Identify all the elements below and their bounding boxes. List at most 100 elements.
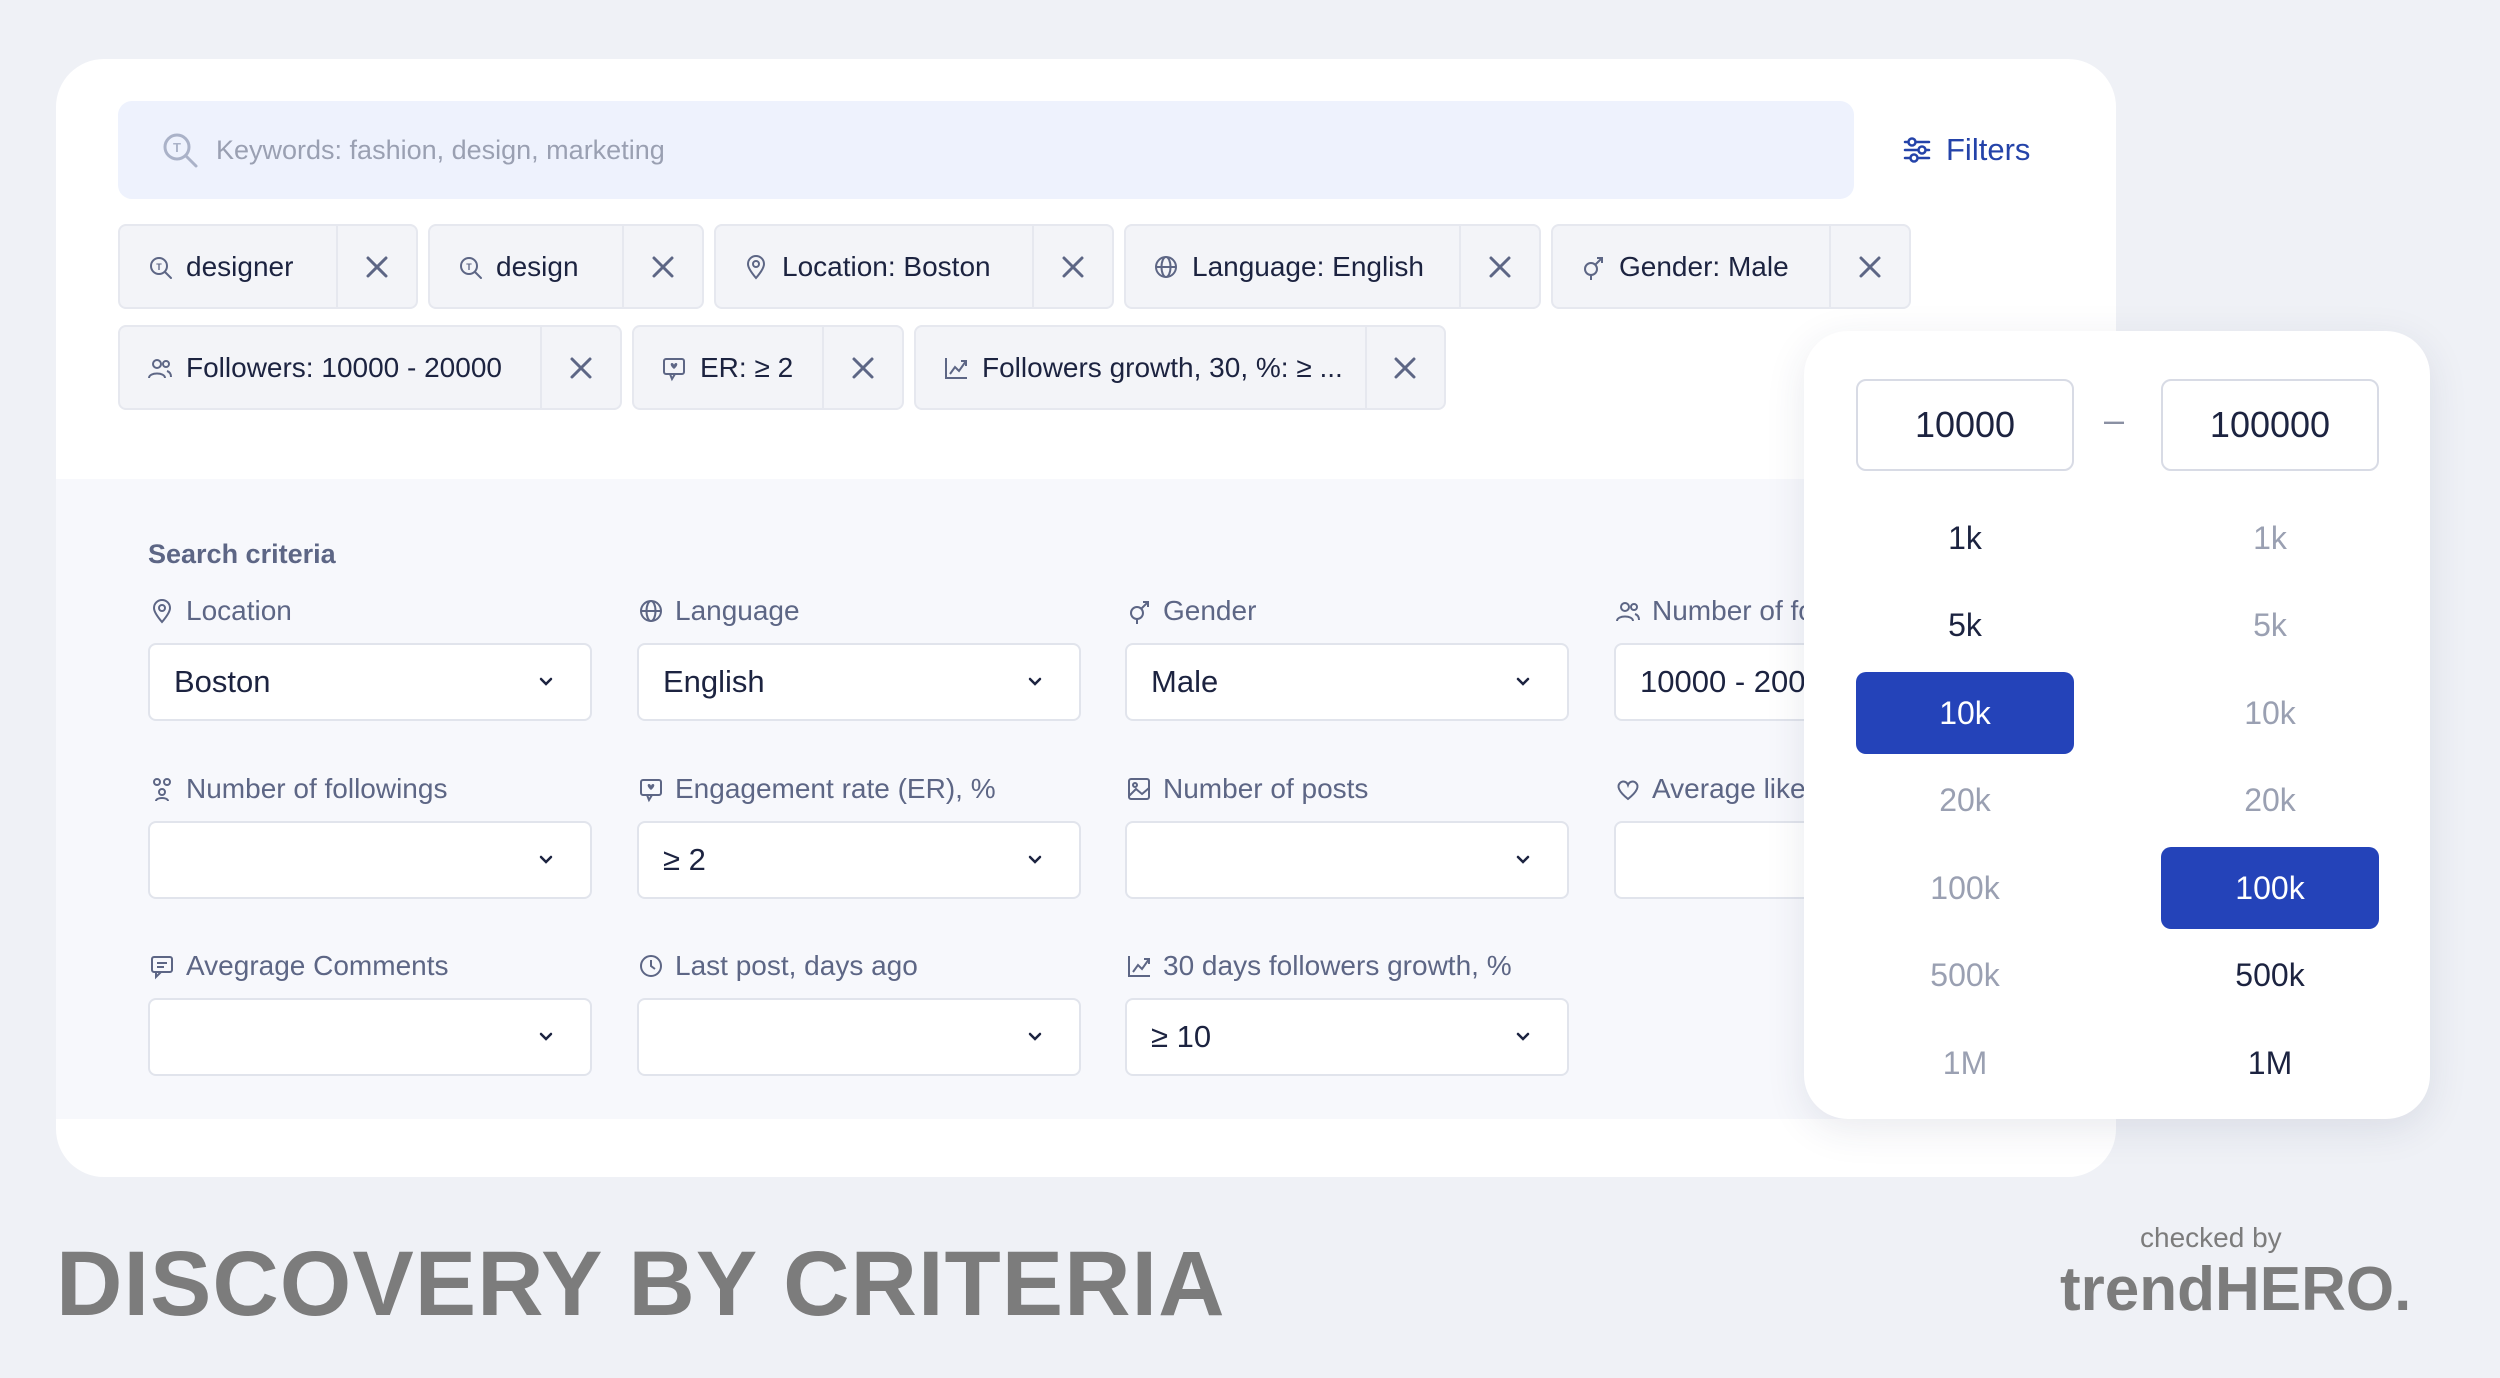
followings-icon xyxy=(153,778,171,802)
chip-content[interactable]: Language: English xyxy=(1126,226,1459,307)
chevron-down-icon xyxy=(539,1032,553,1041)
criteria-field: 30 days followers growth, % ≥ 10 xyxy=(1125,946,1569,1076)
globe-icon xyxy=(1155,255,1177,278)
chevron-down-icon xyxy=(539,855,553,864)
remove-chip-button[interactable] xyxy=(822,327,902,408)
min-range-option[interactable]: 10k xyxy=(1856,672,2074,754)
criteria-field-label: 30 days followers growth, % xyxy=(1125,946,1569,986)
criteria-field-label: Last post, days ago xyxy=(637,946,1081,986)
criteria-field: Engagement rate (ER), % ≥ 2 xyxy=(637,769,1081,899)
users-icon xyxy=(1616,602,1640,622)
min-range-option[interactable]: 500k xyxy=(1856,935,2074,1017)
criteria-dropdown[interactable] xyxy=(148,998,592,1076)
criteria-dropdown[interactable]: Male xyxy=(1125,643,1569,721)
max-range-option[interactable]: 100k xyxy=(2161,847,2379,929)
chip-label: Gender: Male xyxy=(1619,250,1789,282)
max-range-option[interactable]: 20k xyxy=(2161,760,2379,842)
min-range-option[interactable]: 1k xyxy=(1856,497,2074,579)
criteria-dropdown[interactable]: ≥ 2 xyxy=(637,821,1081,899)
location-pin-icon xyxy=(746,254,766,280)
dropdown-value: ≥ 10 xyxy=(1151,1019,1212,1054)
criteria-dropdown[interactable]: English xyxy=(637,643,1081,721)
engagement-icon xyxy=(663,357,685,381)
image-icon xyxy=(1128,778,1150,800)
chip-row: Tdesigner Tdesign Location: Boston Language… xyxy=(118,224,2018,309)
chip-content[interactable]: Followers growth, 30, %: ≥ ... xyxy=(916,327,1365,408)
chevron-down-icon xyxy=(1028,677,1042,686)
chip-label: designer xyxy=(186,250,294,282)
growth-chart-icon xyxy=(1128,956,1150,977)
chip-content[interactable]: Location: Boston xyxy=(716,226,1032,307)
min-range-option[interactable]: 5k xyxy=(1856,585,2074,667)
checked-by-label: checked by xyxy=(2140,1222,2282,1253)
field-label-text: 30 days followers growth, % xyxy=(1163,950,1512,981)
filter-chip: Location: Boston xyxy=(714,224,1114,309)
keyword-search-bar[interactable]: T xyxy=(118,101,1854,199)
close-icon xyxy=(852,357,874,378)
chip-label: Location: Boston xyxy=(782,250,991,282)
remove-chip-button[interactable] xyxy=(1459,226,1539,307)
filter-chip: Tdesigner xyxy=(118,224,418,309)
min-range-option[interactable]: 20k xyxy=(1856,760,2074,842)
criteria-dropdown[interactable] xyxy=(1125,821,1569,899)
search-icon: T xyxy=(163,133,198,168)
chip-content[interactable]: ER: ≥ 2 xyxy=(634,327,822,408)
max-range-option[interactable]: 1M xyxy=(2161,1022,2379,1104)
keyword-icon: T xyxy=(150,256,172,279)
criteria-field: Number of followings xyxy=(148,769,592,899)
field-label-text: Number of posts xyxy=(1163,773,1369,804)
field-label-text: Engagement rate (ER), % xyxy=(675,773,996,804)
dropdown-value: Boston xyxy=(174,664,271,699)
min-range-option[interactable]: 100k xyxy=(1856,847,2074,929)
max-range-option[interactable]: 5k xyxy=(2161,585,2379,667)
chip-label: Followers: 10000 - 20000 xyxy=(186,351,502,383)
remove-chip-button[interactable] xyxy=(336,226,416,307)
chip-label: ER: ≥ 2 xyxy=(700,351,794,383)
criteria-dropdown[interactable] xyxy=(148,821,592,899)
remove-chip-button[interactable] xyxy=(622,226,702,307)
max-range-option[interactable]: 1k xyxy=(2161,497,2379,579)
field-label-text: Average like xyxy=(1652,773,1806,804)
criteria-field-label: Number of followings xyxy=(148,769,592,809)
criteria-dropdown[interactable]: Boston xyxy=(148,643,592,721)
keyword-icon: T xyxy=(460,256,482,279)
chevron-down-icon xyxy=(1028,855,1042,864)
max-range-option[interactable]: 10k xyxy=(2161,672,2379,754)
criteria-field: Location Boston xyxy=(148,591,592,721)
filter-chip: ER: ≥ 2 xyxy=(632,325,904,410)
engagement-icon xyxy=(640,779,662,803)
criteria-field: Number of posts xyxy=(1125,769,1569,899)
close-icon xyxy=(652,256,674,277)
keyword-search-input[interactable] xyxy=(216,134,1716,166)
max-range-option[interactable]: 500k xyxy=(2161,935,2379,1017)
chip-content[interactable]: Tdesigner xyxy=(120,226,336,307)
chip-content[interactable]: Tdesign xyxy=(430,226,622,307)
dropdown-value: ≥ 2 xyxy=(663,842,706,877)
close-icon xyxy=(1859,256,1881,277)
remove-chip-button[interactable] xyxy=(1829,226,1909,307)
chevron-down-icon xyxy=(539,677,553,686)
range-min-input[interactable] xyxy=(1856,379,2074,471)
criteria-field-label: Number of posts xyxy=(1125,769,1569,809)
remove-chip-button[interactable] xyxy=(1364,327,1444,408)
growth-chart-icon xyxy=(945,357,967,379)
min-range-option[interactable]: 1M xyxy=(1856,1022,2074,1104)
chip-label: Language: English xyxy=(1192,250,1424,282)
range-max-input[interactable] xyxy=(2161,379,2379,471)
chevron-down-icon xyxy=(1028,1032,1042,1041)
filters-button[interactable]: Filters xyxy=(1902,121,2030,179)
chip-content[interactable]: Followers: 10000 - 20000 xyxy=(120,327,540,408)
filter-chip: Tdesign xyxy=(428,224,704,309)
field-label-text: Gender xyxy=(1163,595,1257,626)
field-label-text: Number of followings xyxy=(186,773,448,804)
criteria-dropdown[interactable] xyxy=(637,998,1081,1076)
comment-icon xyxy=(151,956,173,980)
criteria-dropdown[interactable]: ≥ 10 xyxy=(1125,998,1569,1076)
remove-chip-button[interactable] xyxy=(1032,226,1112,307)
chip-row: Followers: 10000 - 20000 ER: ≥ 2 Followers… xyxy=(118,325,2018,410)
followers-range-popup: – 1k5k10k20k100k500k1M1k5k10k20k100k500k… xyxy=(1804,331,2430,1119)
remove-chip-button[interactable] xyxy=(540,327,620,408)
chip-content[interactable]: Gender: Male xyxy=(1553,226,1829,307)
svg-text:T: T xyxy=(173,140,181,155)
close-icon xyxy=(1489,256,1511,277)
